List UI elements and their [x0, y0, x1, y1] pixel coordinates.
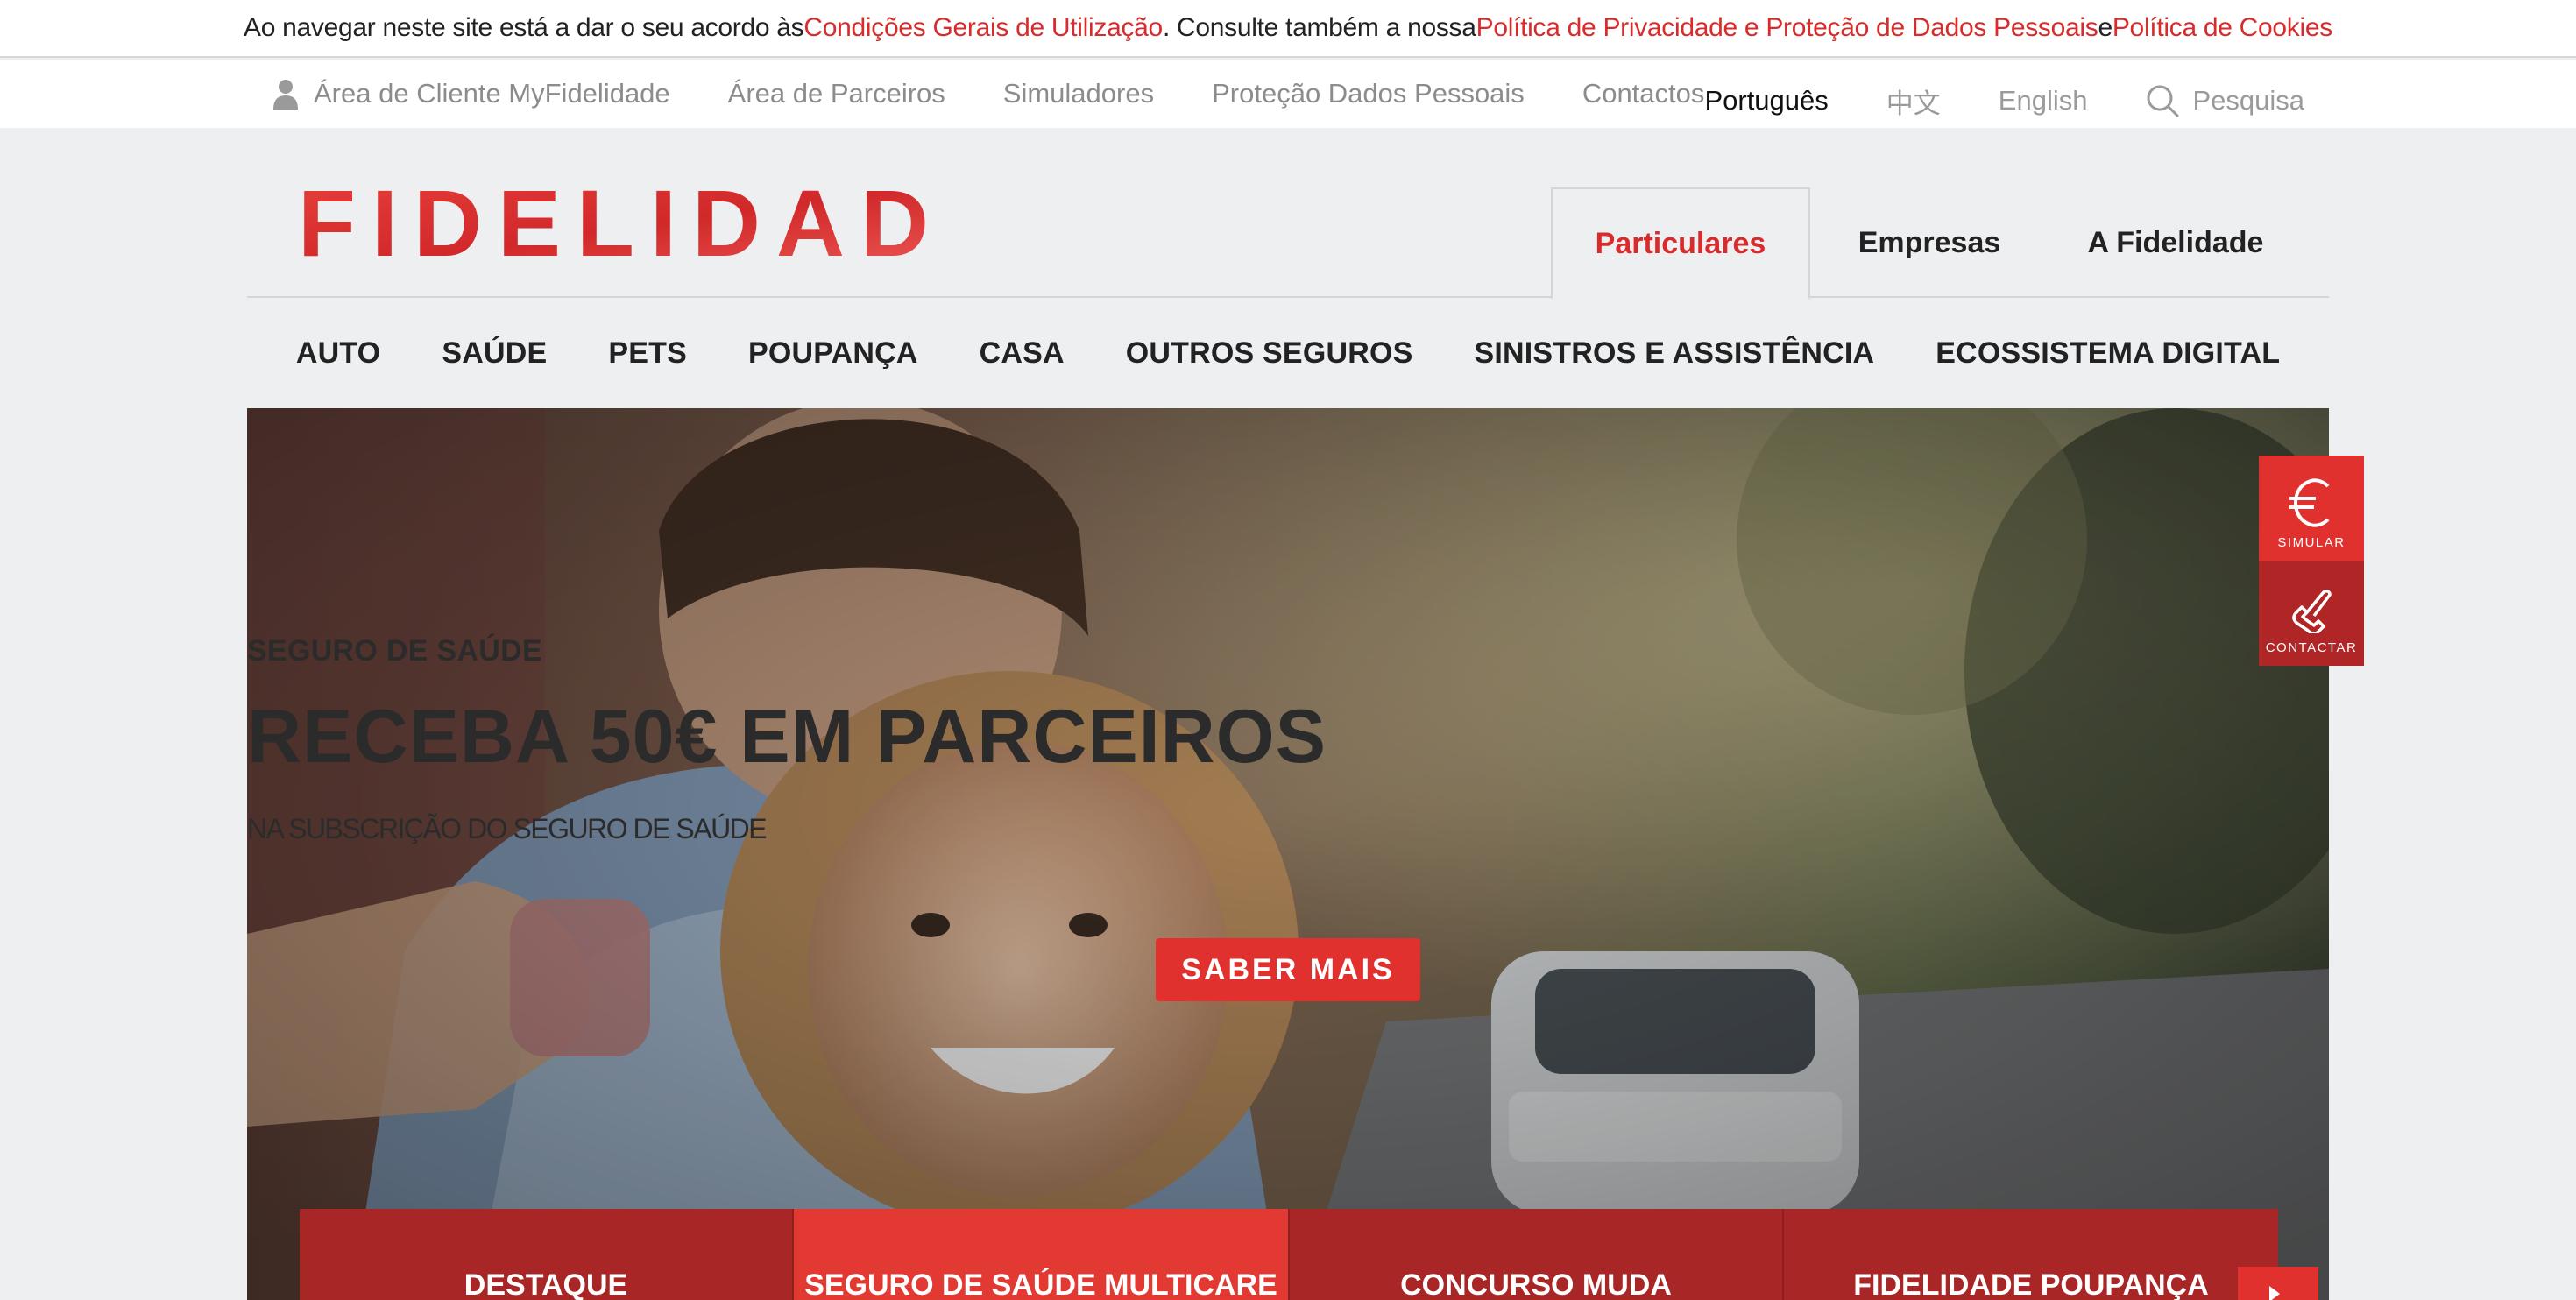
hero-subtitle: NA SUBSCRIÇÃO DO SEGURO DE SAÚDE	[247, 813, 768, 844]
notice-text-2: . Consulte também a nossa	[1162, 13, 1476, 42]
search-label: Pesquisa	[2192, 85, 2304, 116]
search-icon	[2147, 85, 2179, 117]
client-area-link[interactable]: Área de Cliente MyFidelidade	[272, 78, 670, 110]
nav-casa[interactable]: CASA	[980, 336, 1065, 371]
logo-wordmark: FIDELIDADE	[298, 170, 1008, 276]
contact-widget[interactable]: CONTACTAR	[2259, 561, 2364, 666]
segment-tab-a-fidelidade[interactable]: A Fidelidade	[2049, 187, 2303, 298]
carousel-tab-multicare[interactable]: SEGURO DE SAÚDE MULTICARE	[794, 1209, 1290, 1300]
fidelidade-logo[interactable]: FIDELIDADE	[298, 170, 1008, 276]
terms-of-use-link[interactable]: Condições Gerais de Utilização	[803, 13, 1163, 43]
contact-label: CONTACTAR	[2265, 640, 2358, 655]
hero-title: RECEBA 50€ EM PARCEIROS	[247, 695, 1327, 779]
main-navigation: AUTO SAÚDE PETS POUPANÇA CASA OUTROS SEG…	[247, 298, 2329, 408]
nav-ecossistema-digital[interactable]: ECOSSISTEMA DIGITAL	[1936, 336, 2280, 371]
euro-icon	[2289, 478, 2330, 527]
utility-links: Área de Cliente MyFidelidade Área de Par…	[272, 60, 1704, 128]
carousel-next-arrow-icon[interactable]	[2238, 1267, 2318, 1300]
user-icon	[273, 80, 298, 110]
nav-sinistros-assistencia[interactable]: SINISTROS E ASSISTÊNCIA	[1475, 336, 1875, 371]
simulate-widget[interactable]: SIMULAR	[2259, 456, 2364, 561]
nav-pets[interactable]: PETS	[608, 336, 687, 371]
hero-banner: SEGURO DE SAÚDE RECEBA 50€ EM PARCEIROS …	[247, 408, 2329, 1300]
notice-text-1: Ao navegar neste site está a dar o seu a…	[244, 13, 804, 42]
hero-kicker: SEGURO DE SAÚDE	[247, 634, 542, 668]
phone-icon	[2292, 590, 2332, 633]
segment-tab-empresas[interactable]: Empresas	[1810, 187, 2049, 298]
cookie-policy-link[interactable]: Política de Cookies	[2112, 13, 2332, 43]
lang-portuguese[interactable]: Português	[1704, 85, 1828, 117]
utility-bar: Área de Cliente MyFidelidade Área de Par…	[0, 60, 2576, 128]
carousel-tab-poupanca[interactable]: FIDELIDADE POUPANÇA	[1784, 1209, 2278, 1300]
hero-photo	[247, 408, 2329, 1300]
carousel-tabs: DESTAQUE SEGURO DE SAÚDE MULTICARE CONCU…	[300, 1209, 2278, 1300]
simulators-link[interactable]: Simuladores	[1003, 78, 1154, 110]
privacy-policy-link[interactable]: Política de Privacidade e Proteção de Da…	[1476, 13, 2098, 43]
data-protection-link[interactable]: Proteção Dados Pessoais	[1212, 78, 1525, 110]
carousel-tab-concurso-muda[interactable]: CONCURSO MUDA	[1290, 1209, 1784, 1300]
partners-area-link[interactable]: Área de Parceiros	[728, 78, 945, 110]
site-header: FIDELIDADE Particulares Empresas A Fidel…	[247, 128, 2329, 300]
search-button[interactable]: Pesquisa	[2145, 83, 2304, 118]
nav-poupanca[interactable]: POUPANÇA	[748, 336, 918, 371]
carousel-tab-destaque[interactable]: DESTAQUE	[300, 1209, 794, 1300]
segment-tab-particulares[interactable]: Particulares	[1551, 187, 1810, 300]
terms-notice-bar: Ao navegar neste site está a dar o seu a…	[0, 0, 2576, 58]
learn-more-button[interactable]: SABER MAIS	[1156, 938, 1420, 1001]
logo-text: FIDELIDADE	[298, 177, 938, 265]
nav-outros-seguros[interactable]: OUTROS SEGUROS	[1126, 336, 1413, 371]
nav-auto[interactable]: AUTO	[296, 336, 381, 371]
contacts-link[interactable]: Contactos	[1582, 78, 1705, 110]
lang-chinese[interactable]: 中文	[1886, 81, 1941, 121]
language-and-search: Português 中文 English Pesquisa	[1704, 60, 2304, 128]
simulate-label: SIMULAR	[2277, 535, 2346, 550]
client-area-label: Área de Cliente MyFidelidade	[314, 78, 670, 109]
nav-saude[interactable]: SAÚDE	[442, 336, 547, 371]
lang-english[interactable]: English	[1999, 85, 2088, 117]
notice-text-3: e	[2098, 13, 2112, 42]
